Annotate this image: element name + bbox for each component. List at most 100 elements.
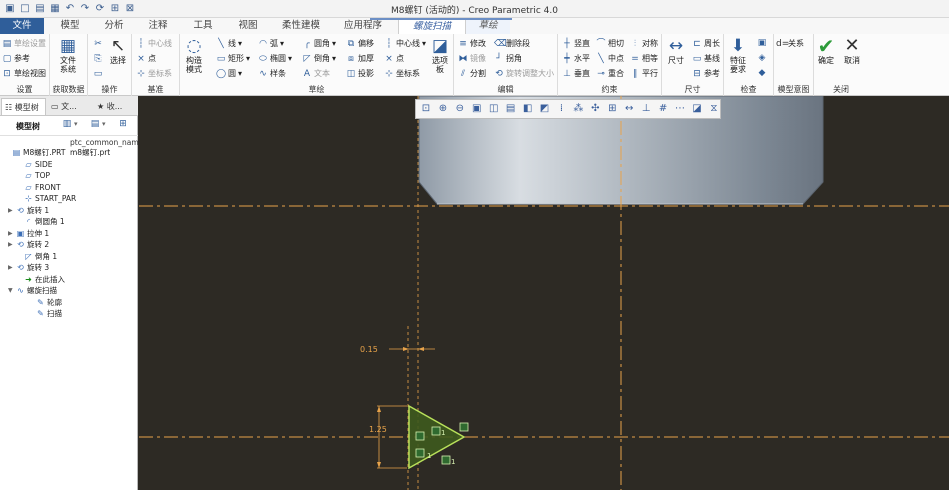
sketch-csys-button[interactable]: ⊹ 坐标系 [384,68,420,79]
midpoint-constraint-button[interactable]: ╲ 中点 [596,53,624,64]
settings-icon[interactable]: ▤ [90,119,100,129]
relations-button[interactable]: d= 关系 [776,38,804,49]
cut-icon[interactable]: ✂ [93,39,103,49]
text-button[interactable]: A 文本 [302,68,330,79]
tree-item[interactable]: ⊹ START_PAR [16,193,76,204]
tab-annotate[interactable]: 注释 [136,18,180,34]
tree-filters-icon[interactable]: ▥ [62,119,72,129]
datum-point-button[interactable]: × 点 [136,53,156,64]
tab-analysis[interactable]: 分析 [92,18,136,34]
equal-constraint-button[interactable]: = 相等 [630,53,658,64]
grid-display-icon[interactable]: # [657,103,669,115]
reference-dim-button[interactable]: ⊟ 参考 [692,68,720,79]
perspective-icon[interactable]: ◩ [539,103,551,115]
symmetric-constraint-button[interactable]: ⫶ 对称 [630,38,658,49]
expand-toggle-icon[interactable]: ▶ [8,205,14,216]
show-icon[interactable]: ⊞ [118,119,128,129]
tree-item[interactable]: ▱ TOP [16,170,50,181]
arc-button[interactable]: ◠ 弧 ▾ [258,38,284,49]
constraint-vertical-marker[interactable] [415,431,425,441]
ok-button[interactable]: ✔ 确定 [816,36,836,65]
column-header[interactable]: ptc_common_name [70,138,143,147]
section-icon[interactable]: ◪ [691,103,703,115]
dimension-display-icon[interactable]: ↔ [623,103,635,115]
tree-item[interactable]: ✎ 轮廓 [28,297,62,308]
rotate-resize-button[interactable]: ⟲ 旋转调整大小 [494,68,554,79]
tab-model-tree[interactable]: ☷ 模型树 [1,98,46,115]
constraint-perpendicular-marker[interactable] [441,455,451,465]
constraint-display-icon[interactable]: ⊥ [640,103,652,115]
tree-item[interactable]: ➜ 在此插入 [16,274,65,285]
expand-toggle-icon[interactable]: ▼ [8,285,14,296]
rectangle-button[interactable]: ▭ 矩形 ▾ [216,53,250,64]
dim-vertical-text[interactable]: 1.25 [369,425,387,434]
corner-button[interactable]: ┘ 拐角 [494,53,522,64]
shade-closed-loops-icon[interactable]: ◆ [757,68,767,78]
tree-item[interactable]: ▶ ▣ 拉伸 1 [8,228,49,239]
tab-file[interactable]: 文件 [0,18,44,34]
cancel-button[interactable]: ✕ 取消 [842,36,862,66]
display-style-icon[interactable]: ◧ [522,103,534,115]
tree-item[interactable]: ▶ ⟲ 旋转 2 [8,239,49,250]
expand-toggle-icon[interactable]: ▶ [8,239,14,250]
construction-mode-button[interactable]: ◌ 构造 模式 [184,36,204,74]
view-manager-icon[interactable]: ▤ [505,103,517,115]
parallel-constraint-button[interactable]: ∥ 平行 [630,68,658,79]
vertex-display-icon[interactable]: ⋯ [674,103,686,115]
chevron-down-icon[interactable]: ▾ [102,120,106,128]
sketch-canvas[interactable]: 0.15 1.25 1 1 1 [139,96,949,490]
project-button[interactable]: ◫ 投影 [346,68,374,79]
tab-view[interactable]: 视图 [226,18,270,34]
delete-segment-button[interactable]: ⌫ 删除段 [494,38,530,49]
expand-toggle-icon[interactable]: ▶ [8,228,14,239]
constraint-tangent-marker[interactable] [459,422,469,432]
datum-csys-button[interactable]: ⊹ 坐标系 [136,68,172,79]
tree-item[interactable]: ◸ 倒角 1 [16,251,57,262]
spline-button[interactable]: ∿ 样条 [258,68,286,79]
offset-button[interactable]: ⧉ 偏移 [346,38,374,49]
chevron-down-icon[interactable]: ▾ [74,120,78,128]
sketch-view-button[interactable]: ⊡ 草绘视图 [2,68,46,79]
sketch-setup-button[interactable]: ▤ 草绘设置 [2,38,46,49]
spin-center-icon[interactable]: ✣ [589,103,601,115]
tab-helical-sweep[interactable]: 螺旋扫描 [398,18,466,34]
references-button[interactable]: ▢ 参考 [2,53,30,64]
tab-tools[interactable]: 工具 [180,18,226,34]
fillet-button[interactable]: ╭ 圆角 ▾ [302,38,336,49]
datum-centerline-button[interactable]: ┆ 中心线 [136,38,172,49]
dim-horizontal-text[interactable]: 0.15 [360,345,378,354]
vertical-constraint-button[interactable]: ┼ 竖直 [562,38,590,49]
horizontal-constraint-button[interactable]: ┿ 水平 [562,53,590,64]
tree-item[interactable]: ▱ SIDE [16,159,52,170]
constraint-equal-marker-2[interactable] [415,448,425,458]
tree-item[interactable]: ▶ ⟲ 旋转 3 [8,262,49,273]
filter-icon[interactable]: ⧖ [708,103,720,115]
select-button[interactable]: ↖ 选择 [108,36,128,65]
divide-button[interactable]: ⫽ 分割 [458,68,486,79]
tree-item[interactable]: ◜ 倒圆角 1 [16,216,65,227]
graphics-window[interactable]: 0.15 1.25 1 1 1 ⊡ ⊕ ⊖ ▣ ◫ ▤ ◧ ◩ ⁞ ⁂ ✣ ⊞ ↔ ⊥ # ⋯ ◪ ⧖ [139,96,949,490]
chamfer-button[interactable]: ◸ 倒角 ▾ [302,53,336,64]
ellipse-button[interactable]: ⬭ 椭圆 ▾ [258,53,292,64]
circle-button[interactable]: ◯ 圆 ▾ [216,68,242,79]
baseline-button[interactable]: ▭ 基线 [692,53,720,64]
repaint-icon[interactable]: ▣ [471,103,483,115]
zoom-in-icon[interactable]: ⊕ [437,103,449,115]
tree-item[interactable]: ✎ 扫描 [28,308,62,319]
highlight-open-ends-icon[interactable]: ◈ [757,53,767,63]
annotation-display-icon[interactable]: ⁂ [572,103,584,115]
datum-display-icon[interactable]: ⁞ [556,103,568,115]
mirror-button[interactable]: ⧓ 镜像 [458,53,487,64]
sketch-point-button[interactable]: × 点 [384,53,404,64]
sketch-centerline-button[interactable]: ┆ 中心线 ▾ [384,38,426,49]
tab-applications[interactable]: 应用程序 [332,18,394,34]
overlapping-geometry-icon[interactable]: ▣ [757,38,767,48]
tree-item[interactable]: ▤ M8螺钉.PRT [4,147,66,158]
thicken-button[interactable]: ⧈ 加厚 [346,53,374,64]
saved-views-icon[interactable]: ◫ [488,103,500,115]
tree-item[interactable]: ▶ ⟲ 旋转 1 [8,205,49,216]
tab-sketch[interactable]: 草绘 [466,18,510,34]
feature-requirements-button[interactable]: ⬇ 特征 要求 [728,36,748,74]
dimension-button[interactable]: ↔ 尺寸 [666,36,686,65]
tree-item[interactable]: ▼ ∿ 螺旋扫描 [8,285,57,296]
